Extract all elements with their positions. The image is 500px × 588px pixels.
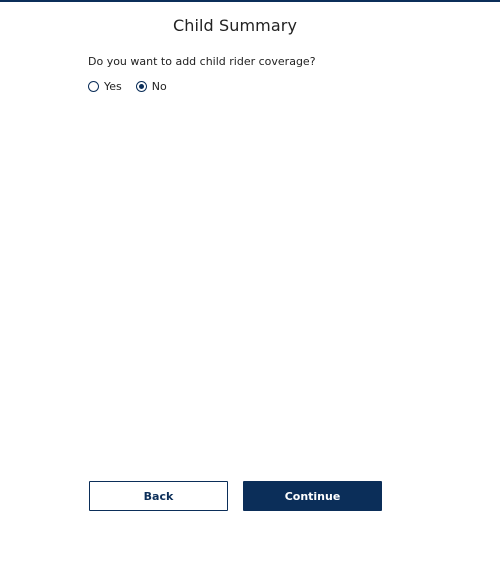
- top-header-rule: [0, 0, 500, 2]
- radio-yes-unselected-icon[interactable]: [88, 80, 99, 92]
- child-rider-radio-group: Yes No: [88, 79, 167, 93]
- radio-option-no[interactable]: No: [135, 79, 167, 93]
- radio-no-selected-icon[interactable]: [135, 80, 147, 92]
- page-title: Child Summary: [172, 16, 298, 35]
- continue-button[interactable]: Continue: [243, 481, 382, 511]
- radio-no-label: No: [151, 79, 167, 93]
- back-button[interactable]: Back: [89, 481, 228, 511]
- child-rider-question: Do you want to add child rider coverage?: [88, 55, 316, 68]
- radio-yes-label: Yes: [104, 79, 122, 93]
- radio-option-yes[interactable]: Yes: [88, 80, 122, 93]
